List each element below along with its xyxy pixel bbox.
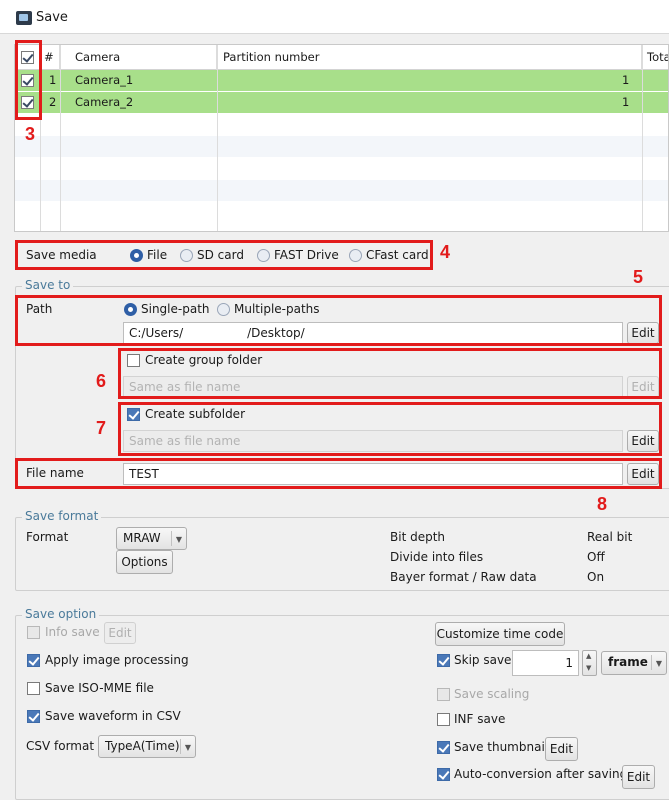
- row-partition: 1: [622, 73, 630, 87]
- table-row[interactable]: 1 Camera_1 1: [15, 70, 668, 91]
- customize-time-code-button[interactable]: Customize time code: [435, 622, 565, 646]
- chevron-down-icon: ▼: [184, 743, 191, 752]
- callout-8-box: [15, 458, 662, 489]
- format-label: Format: [26, 530, 69, 544]
- bayer-format-label: Bayer format / Raw data: [390, 570, 537, 584]
- column-divider: [642, 45, 643, 231]
- save-iso-mme-checkbox[interactable]: [27, 682, 40, 695]
- skip-unit-value: frame: [608, 655, 648, 669]
- callout-4-label: 4: [440, 242, 451, 262]
- format-dropdown[interactable]: MRAW ▼: [116, 527, 187, 550]
- save-thumbnail-checkbox[interactable]: [437, 741, 450, 754]
- chevron-up-icon[interactable]: ▲: [586, 652, 591, 660]
- column-divider: [217, 45, 218, 231]
- save-waveform-csv-label[interactable]: Save waveform in CSV: [45, 709, 181, 723]
- callout-7-label: 7: [96, 418, 107, 438]
- options-button[interactable]: Options: [116, 550, 173, 574]
- csv-format-value: TypeA(Time): [105, 739, 180, 753]
- csv-format-label: CSV format: [26, 739, 95, 753]
- empty-row: [15, 158, 668, 179]
- skip-save-input[interactable]: 1: [512, 650, 579, 676]
- skip-save-spinner[interactable]: ▲ ▼: [582, 650, 597, 676]
- save-option-title: Save option: [22, 607, 100, 621]
- skip-save-checkbox[interactable]: [437, 654, 450, 667]
- callout-7-box: [118, 402, 662, 456]
- auto-conversion-label[interactable]: Auto-conversion after saving: [454, 767, 627, 781]
- row-index: 1: [49, 73, 57, 87]
- empty-row: [15, 180, 668, 201]
- auto-conversion-checkbox[interactable]: [437, 768, 450, 781]
- divide-files-value: Off: [587, 550, 605, 564]
- info-save-edit-button[interactable]: Edit: [104, 622, 136, 644]
- bit-depth-value: Real bit: [587, 530, 633, 544]
- callout-8-label: 8: [597, 494, 608, 514]
- inf-save-checkbox[interactable]: [437, 713, 450, 726]
- title-bar: Save: [0, 0, 669, 34]
- app-icon: [16, 11, 32, 25]
- divide-files-label: Divide into files: [390, 550, 484, 564]
- window-title: Save: [36, 10, 68, 25]
- header-index[interactable]: #: [40, 45, 60, 70]
- save-scaling-checkbox[interactable]: [437, 688, 450, 701]
- chevron-down-icon: ▼: [655, 659, 662, 668]
- header-camera[interactable]: Camera: [60, 45, 217, 70]
- row-partition: 1: [622, 95, 630, 109]
- header-partition[interactable]: Partition number: [217, 45, 642, 70]
- skip-unit-dropdown[interactable]: frame ▼: [601, 651, 667, 675]
- inf-save-label[interactable]: INF save: [454, 712, 505, 726]
- save-thumbnail-edit-button[interactable]: Edit: [545, 737, 578, 761]
- row-camera: Camera_2: [75, 95, 134, 109]
- info-save-checkbox[interactable]: [27, 626, 40, 639]
- save-thumbnail-label[interactable]: Save thumbnail: [454, 740, 548, 754]
- callout-6-box: [118, 348, 662, 399]
- bayer-format-value: On: [587, 570, 605, 584]
- chevron-down-icon[interactable]: ▼: [586, 664, 591, 672]
- save-iso-mme-label[interactable]: Save ISO-MME file: [45, 681, 154, 695]
- table-header: # Camera Partition number Tota: [15, 45, 668, 70]
- row-camera: Camera_1: [75, 73, 134, 87]
- apply-image-processing-label[interactable]: Apply image processing: [45, 653, 189, 667]
- callout-5-label: 5: [633, 267, 644, 287]
- empty-row: [15, 114, 668, 135]
- save-scaling-label[interactable]: Save scaling: [454, 687, 529, 701]
- info-save-label[interactable]: Info save: [45, 625, 100, 639]
- camera-table[interactable]: # Camera Partition number Tota 1 Camera_…: [14, 44, 669, 232]
- table-row[interactable]: 2 Camera_2 1: [15, 92, 668, 113]
- save-format-title: Save format: [22, 509, 102, 523]
- apply-image-processing-checkbox[interactable]: [27, 654, 40, 667]
- skip-save-label[interactable]: Skip save: [454, 653, 511, 667]
- format-value: MRAW: [123, 531, 161, 545]
- callout-6-label: 6: [96, 371, 107, 391]
- callout-4-box: [15, 240, 433, 270]
- empty-row: [15, 136, 668, 157]
- callout-3-box: [15, 40, 42, 120]
- row-index: 2: [49, 95, 57, 109]
- save-to-title: Save to: [22, 278, 74, 292]
- callout-3-label: 3: [25, 124, 36, 144]
- chevron-down-icon: ▼: [175, 535, 182, 544]
- auto-conversion-edit-button[interactable]: Edit: [622, 765, 655, 789]
- callout-5-box: [15, 295, 662, 346]
- bit-depth-label: Bit depth: [390, 530, 446, 544]
- csv-format-dropdown[interactable]: TypeA(Time) ▼: [98, 735, 196, 758]
- empty-row: [15, 202, 668, 223]
- header-total[interactable]: Tota: [642, 45, 668, 70]
- save-format-group: [15, 517, 669, 591]
- save-waveform-csv-checkbox[interactable]: [27, 710, 40, 723]
- column-divider: [60, 45, 61, 231]
